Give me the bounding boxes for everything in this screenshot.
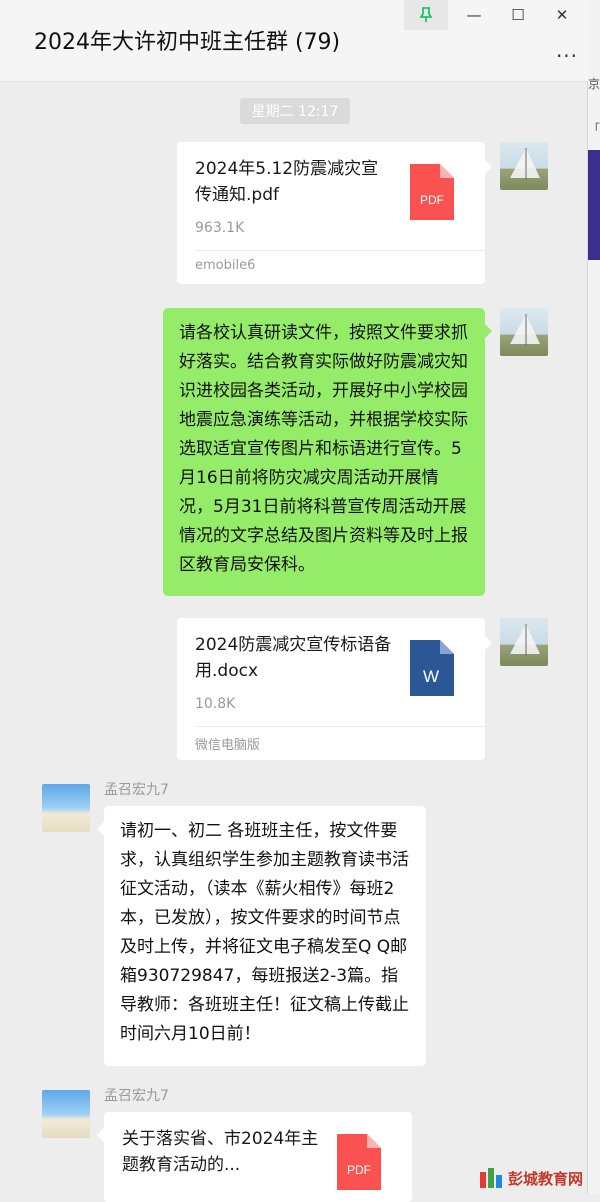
- word-label: W: [423, 667, 439, 686]
- bubble-tail: [97, 822, 104, 836]
- close-button[interactable]: ✕: [540, 0, 584, 30]
- file-message-card[interactable]: 2024防震减灾宣传标语备用.docx 10.8K 微信电脑版 W: [177, 618, 485, 760]
- divider: [195, 250, 485, 251]
- bubble-tail: [485, 324, 492, 338]
- background-panel: [588, 150, 600, 260]
- chat-title: 2024年大许初中班主任群 (79): [34, 30, 341, 55]
- pdf-label: PDF: [347, 1163, 371, 1177]
- watermark-text: 彭城教育网: [508, 1169, 584, 1188]
- file-name: 2024年5.12防震减灾宣传通知.pdf: [195, 159, 379, 205]
- sail-structure-icon: [510, 624, 540, 656]
- minimize-button[interactable]: —: [452, 0, 496, 30]
- divider: [195, 726, 485, 727]
- member-avatar[interactable]: [42, 1090, 90, 1138]
- background-text: 「省: [588, 122, 600, 136]
- file-message-card[interactable]: 关于落实省、市2024年主题教育活动的... PDF: [104, 1112, 412, 1202]
- bubble-tail: [485, 636, 492, 650]
- bubble-tail: [485, 160, 492, 174]
- bubble-tail: [97, 1128, 104, 1142]
- pin-button[interactable]: [404, 0, 448, 30]
- maximize-button[interactable]: ☐: [496, 0, 540, 30]
- text-message-bubble[interactable]: 请初一、初二 各班班主任，按文件要求，认真组织学生参加主题教育读书活征文活动，（…: [104, 806, 426, 1066]
- watermark-logo-icon: [480, 1168, 502, 1188]
- pdf-file-icon: PDF: [410, 164, 454, 220]
- self-avatar[interactable]: [500, 618, 548, 666]
- sender-name[interactable]: 孟召宏九7: [104, 1085, 169, 1105]
- file-source: 微信电脑版: [195, 738, 261, 753]
- pin-icon: [419, 7, 433, 22]
- file-message-card[interactable]: 2024年5.12防震减灾宣传通知.pdf 963.1K emobile6 PD…: [177, 142, 485, 284]
- member-avatar[interactable]: [42, 784, 90, 832]
- sail-structure-icon: [510, 314, 540, 346]
- word-file-icon: W: [410, 640, 454, 696]
- chat-window: 2024年大许初中班主任群 (79) — ☐ ✕ ... 星期二 12:17 2…: [0, 0, 588, 1202]
- file-source: emobile6: [195, 258, 256, 273]
- file-size: 10.8K: [195, 696, 236, 712]
- text-message-bubble[interactable]: 请各校认真研读文件，按照文件要求抓好落实。结合教育实际做好防震减灾知识进校园各类…: [163, 308, 485, 596]
- sail-structure-icon: [510, 148, 540, 180]
- title-bar: 2024年大许初中班主任群 (79) — ☐ ✕ ...: [0, 0, 588, 82]
- file-name: 2024防震减灾宣传标语备用.docx: [195, 635, 392, 681]
- file-name: 关于落实省、市2024年主题教育活动的...: [122, 1129, 319, 1175]
- pdf-file-icon: PDF: [337, 1134, 381, 1190]
- file-size: 963.1K: [195, 220, 245, 236]
- self-avatar[interactable]: [500, 142, 548, 190]
- background-window-strip: 京 「省: [588, 0, 600, 1194]
- self-avatar[interactable]: [500, 308, 548, 356]
- pdf-label: PDF: [420, 193, 444, 207]
- more-options-button[interactable]: ...: [550, 38, 584, 62]
- sender-name[interactable]: 孟召宏九7: [104, 779, 169, 799]
- message-timestamp: 星期二 12:17: [240, 98, 350, 124]
- site-watermark: 彭城教育网: [478, 1164, 598, 1192]
- background-text: 京: [588, 77, 600, 91]
